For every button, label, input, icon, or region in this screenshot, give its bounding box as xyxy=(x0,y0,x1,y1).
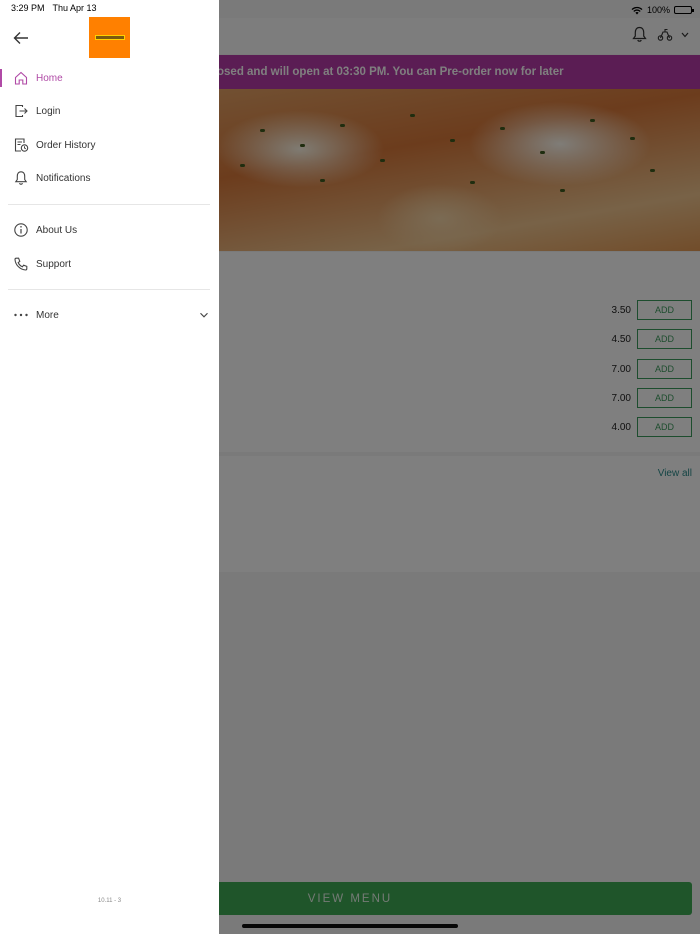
order-history-icon xyxy=(14,138,29,152)
menu-divider xyxy=(8,204,210,205)
menu-item-notifications[interactable]: Notifications xyxy=(0,163,219,193)
add-button[interactable]: ADD xyxy=(637,329,692,349)
menu-item-label: Notifications xyxy=(36,172,91,184)
menu-item-home[interactable]: Home xyxy=(0,63,219,93)
menu-item-about-us[interactable]: About Us xyxy=(0,215,219,245)
delivery-scooter-icon[interactable] xyxy=(657,28,673,41)
menu-item-label: Home xyxy=(36,72,63,84)
phone-icon xyxy=(14,257,28,271)
active-indicator xyxy=(0,69,2,87)
bell-icon xyxy=(14,171,28,185)
add-button[interactable]: ADD xyxy=(637,300,692,320)
status-bar-left: 3:29 PM Thu Apr 13 xyxy=(11,3,97,13)
banner-text: osed and will open at 03:30 PM. You can … xyxy=(217,66,564,78)
chevron-down-icon[interactable] xyxy=(681,32,689,38)
menu-item-more[interactable]: More xyxy=(0,300,219,330)
battery-icon xyxy=(674,6,694,14)
product-price: 4.50 xyxy=(611,333,631,345)
bell-icon[interactable] xyxy=(632,26,647,43)
menu-divider xyxy=(8,289,210,290)
product-price: 3.50 xyxy=(611,304,631,316)
app-version: 10.11 - 3 xyxy=(97,898,122,904)
product-row: 4.50 ADD xyxy=(605,329,692,349)
add-button[interactable]: ADD xyxy=(637,417,692,437)
status-time: 3:29 PM xyxy=(11,3,45,13)
home-icon xyxy=(14,71,28,85)
chevron-down-icon[interactable] xyxy=(199,310,209,320)
navigation-drawer: 3:29 PM Thu Apr 13 Home Login Order Hist… xyxy=(0,0,219,934)
status-date: Thu Apr 13 xyxy=(52,3,97,13)
view-all-link[interactable]: View all xyxy=(658,468,692,479)
more-dots-icon xyxy=(14,313,28,317)
menu-item-label: Support xyxy=(36,258,72,270)
menu-item-label: Order History xyxy=(36,139,96,151)
product-row: 7.00 ADD xyxy=(605,359,692,379)
product-price: 7.00 xyxy=(611,363,631,375)
menu-item-label: Login xyxy=(36,105,61,117)
add-button[interactable]: ADD xyxy=(637,359,692,379)
home-indicator[interactable] xyxy=(242,924,458,928)
back-arrow-icon[interactable] xyxy=(12,30,30,46)
product-price: 7.00 xyxy=(611,392,631,404)
status-bar-right: 100% xyxy=(631,3,694,17)
product-row: 4.00 ADD xyxy=(605,417,692,437)
product-row: 3.50 ADD xyxy=(605,300,692,320)
menu-item-label: More xyxy=(36,309,59,321)
battery-percent: 100% xyxy=(646,5,670,15)
login-icon xyxy=(15,104,28,118)
product-price: 4.00 xyxy=(611,421,631,433)
menu-item-order-history[interactable]: Order History xyxy=(0,130,219,160)
menu-item-support[interactable]: Support xyxy=(0,249,219,279)
info-icon xyxy=(14,223,28,237)
restaurant-logo xyxy=(89,17,130,58)
menu-item-login[interactable]: Login xyxy=(0,96,219,126)
wifi-icon xyxy=(631,6,643,14)
add-button[interactable]: ADD xyxy=(637,388,692,408)
menu-item-label: About Us xyxy=(36,224,78,236)
product-row: 7.00 ADD xyxy=(605,388,692,408)
